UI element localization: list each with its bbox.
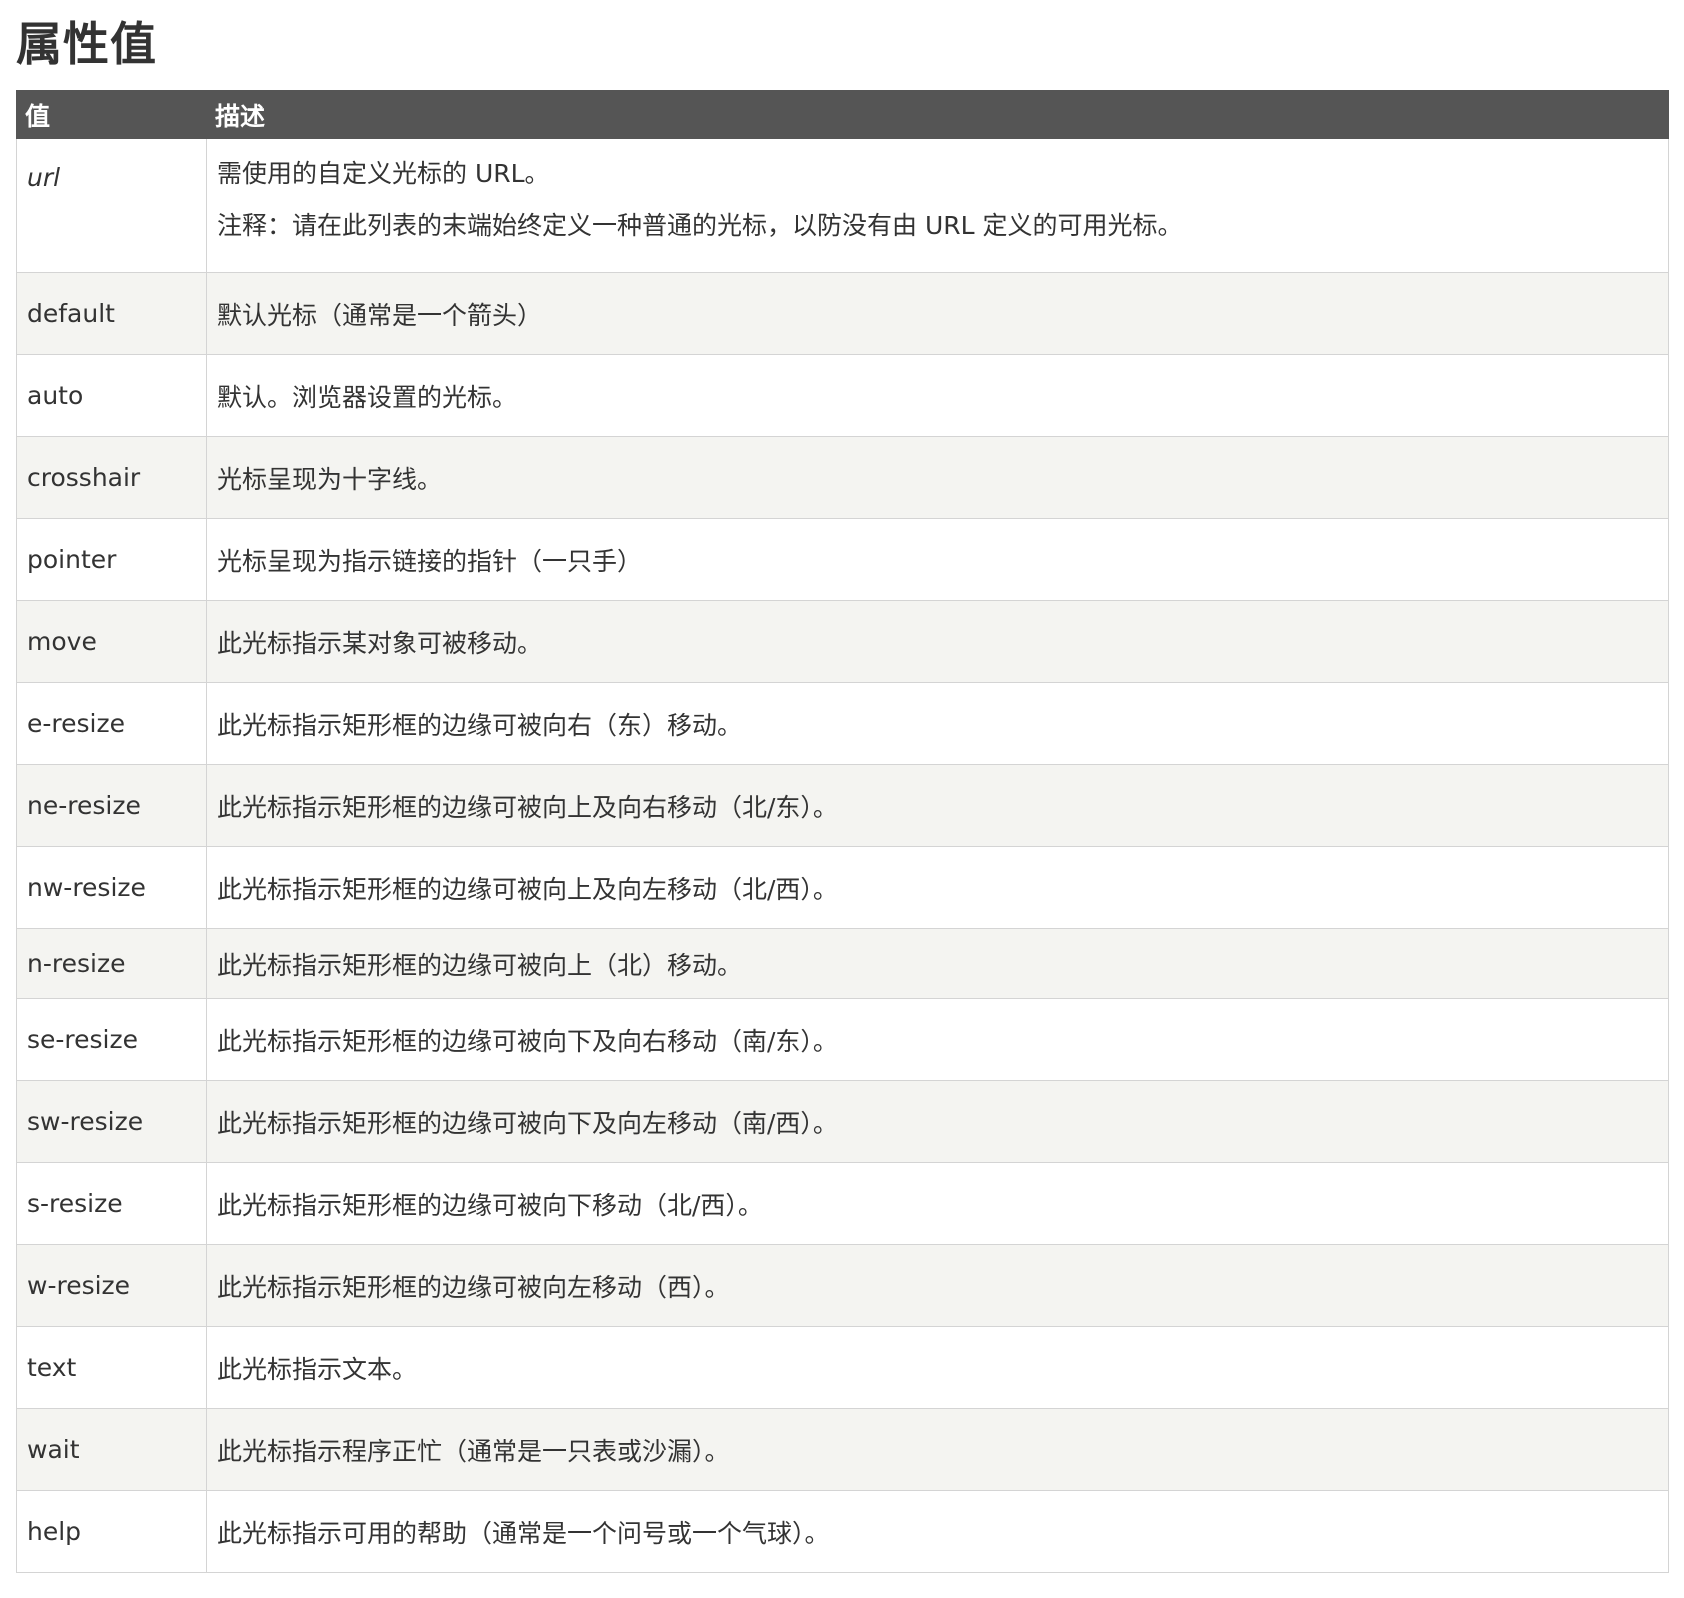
table-row: nw-resize 此光标指示矩形框的边缘可被向上及向左移动（北/西）。 — [16, 846, 1669, 929]
cell-description: 默认。浏览器设置的光标。 — [206, 354, 1669, 437]
table-row: sw-resize 此光标指示矩形框的边缘可被向下及向左移动（南/西）。 — [16, 1080, 1669, 1163]
table-row: auto 默认。浏览器设置的光标。 — [16, 354, 1669, 437]
cell-value: wait — [16, 1408, 207, 1491]
table-row: crosshair 光标呈现为十字线。 — [16, 436, 1669, 519]
table-row: pointer 光标呈现为指示链接的指针（一只手） — [16, 518, 1669, 601]
description-note: 注释：请在此列表的末端始终定义一种普通的光标，以防没有由 URL 定义的可用光标… — [217, 211, 1183, 240]
cell-description: 默认光标（通常是一个箭头） — [206, 272, 1669, 355]
header-value: 值 — [16, 90, 207, 139]
header-description: 描述 — [206, 90, 1669, 139]
cell-value: crosshair — [16, 436, 207, 519]
table-row: default 默认光标（通常是一个箭头） — [16, 272, 1669, 355]
cell-description: 此光标指示程序正忙（通常是一只表或沙漏）。 — [206, 1408, 1669, 1491]
cell-description: 此光标指示矩形框的边缘可被向右（东）移动。 — [206, 682, 1669, 765]
table-row: move 此光标指示某对象可被移动。 — [16, 600, 1669, 683]
cell-description: 此光标指示某对象可被移动。 — [206, 600, 1669, 683]
cell-value: se-resize — [16, 998, 207, 1081]
cell-description: 此光标指示矩形框的边缘可被向下及向左移动（南/西）。 — [206, 1080, 1669, 1163]
cell-description: 此光标指示矩形框的边缘可被向上及向右移动（北/东）。 — [206, 764, 1669, 847]
table-row: se-resize 此光标指示矩形框的边缘可被向下及向右移动（南/东）。 — [16, 998, 1669, 1081]
cell-value: e-resize — [16, 682, 207, 765]
table-row: n-resize 此光标指示矩形框的边缘可被向上（北）移动。 — [16, 928, 1669, 999]
cell-value: auto — [16, 354, 207, 437]
cell-value: s-resize — [16, 1162, 207, 1245]
cell-value: help — [16, 1490, 207, 1573]
cell-value: n-resize — [16, 928, 207, 999]
table-row: s-resize 此光标指示矩形框的边缘可被向下移动（北/西）。 — [16, 1162, 1669, 1245]
cell-value: default — [16, 272, 207, 355]
cell-description: 此光标指示矩形框的边缘可被向下移动（北/西）。 — [206, 1162, 1669, 1245]
cell-value: sw-resize — [16, 1080, 207, 1163]
cell-value: nw-resize — [16, 846, 207, 929]
table-row: wait 此光标指示程序正忙（通常是一只表或沙漏）。 — [16, 1408, 1669, 1491]
cell-value: text — [16, 1326, 207, 1409]
cell-description: 此光标指示文本。 — [206, 1326, 1669, 1409]
table-row: help 此光标指示可用的帮助（通常是一个问号或一个气球）。 — [16, 1490, 1669, 1573]
page-content: 属性值 值 描述 url 需使用的自定义光标的 URL。 注释：请在此列表的末端… — [16, 12, 1669, 1573]
cell-description: 光标呈现为十字线。 — [206, 436, 1669, 519]
cell-value: pointer — [16, 518, 207, 601]
cell-value: url — [16, 138, 207, 273]
table-row: text 此光标指示文本。 — [16, 1326, 1669, 1409]
cell-description: 此光标指示可用的帮助（通常是一个问号或一个气球）。 — [206, 1490, 1669, 1573]
cell-description: 此光标指示矩形框的边缘可被向上（北）移动。 — [206, 928, 1669, 999]
cell-value: move — [16, 600, 207, 683]
cell-description: 光标呈现为指示链接的指针（一只手） — [206, 518, 1669, 601]
cell-value: w-resize — [16, 1244, 207, 1327]
table-row-url: url 需使用的自定义光标的 URL。 注释：请在此列表的末端始终定义一种普通的… — [16, 138, 1669, 273]
table-row: e-resize 此光标指示矩形框的边缘可被向右（东）移动。 — [16, 682, 1669, 765]
table-header-row: 值 描述 — [16, 90, 1669, 139]
page-title: 属性值 — [16, 17, 157, 71]
property-values-table: 值 描述 url 需使用的自定义光标的 URL。 注释：请在此列表的末端始终定义… — [16, 90, 1669, 1573]
cell-description: 此光标指示矩形框的边缘可被向下及向右移动（南/东）。 — [206, 998, 1669, 1081]
table-row: w-resize 此光标指示矩形框的边缘可被向左移动（西）。 — [16, 1244, 1669, 1327]
description-text: 需使用的自定义光标的 URL。 — [217, 159, 550, 188]
cell-value: ne-resize — [16, 764, 207, 847]
table-row: ne-resize 此光标指示矩形框的边缘可被向上及向右移动（北/东）。 — [16, 764, 1669, 847]
cell-description: 此光标指示矩形框的边缘可被向左移动（西）。 — [206, 1244, 1669, 1327]
cell-description: 需使用的自定义光标的 URL。 注释：请在此列表的末端始终定义一种普通的光标，以… — [206, 138, 1669, 273]
cell-description: 此光标指示矩形框的边缘可被向上及向左移动（北/西）。 — [206, 846, 1669, 929]
